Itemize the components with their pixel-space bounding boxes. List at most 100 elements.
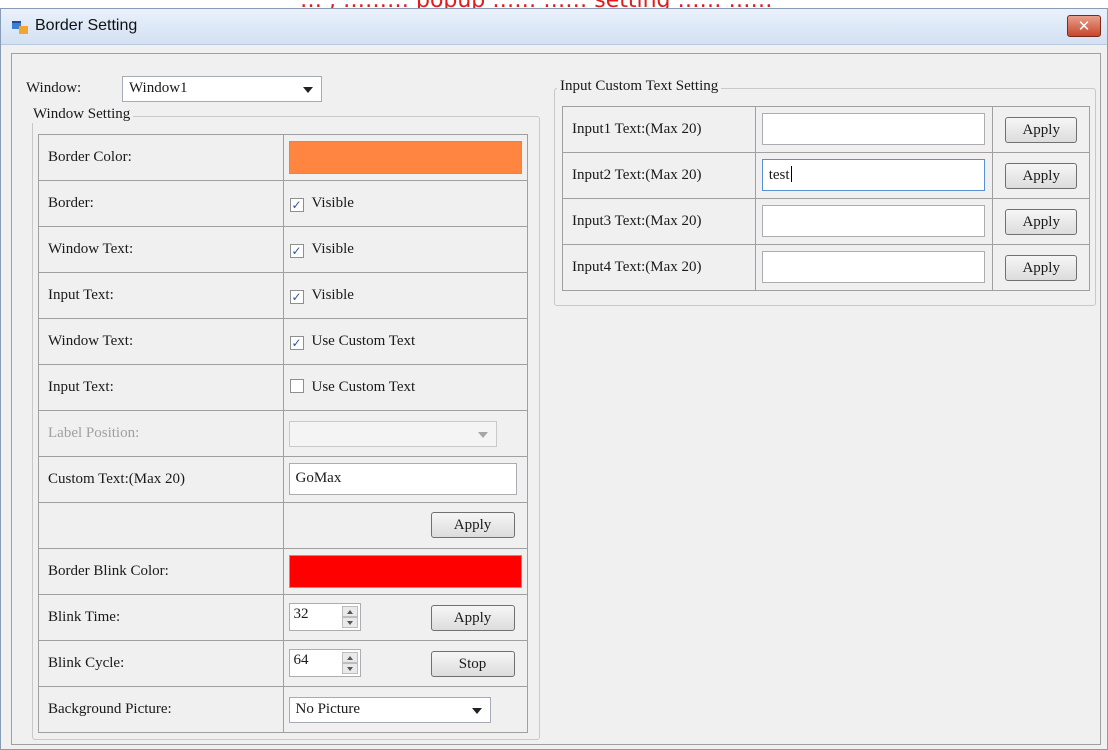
- background-picture-select[interactable]: No Picture: [288, 697, 491, 723]
- input-custom-group-title: Input Custom Text Setting: [557, 78, 722, 95]
- input-text-visible-text: Visible: [311, 287, 354, 303]
- table-row: Apply: [38, 502, 528, 549]
- input2-label: Input2 Text:(Max 20): [562, 152, 756, 199]
- close-icon: ✕: [1077, 17, 1091, 35]
- input3-text-field[interactable]: [761, 205, 985, 237]
- table-row: Window Text: ✓ Use Custom Text: [38, 318, 528, 365]
- input2-apply-cell: Apply: [992, 152, 1090, 199]
- blink-time-cell: 32 Apply: [282, 594, 528, 641]
- table-row: Background Picture: No Picture: [38, 686, 528, 733]
- table-row: Blink Time: 32 Apply: [38, 594, 528, 641]
- window-setting-table: Border Color: Border: ✓ Visible Window Te…: [38, 134, 528, 733]
- chevron-down-icon: [471, 708, 482, 714]
- text-caret: [790, 166, 792, 182]
- table-row: Border: ✓ Visible: [38, 180, 528, 227]
- input4-text-field[interactable]: [761, 251, 985, 283]
- input-custom-table: Input1 Text:(Max 20) Apply Input2 Text:(…: [562, 106, 1090, 291]
- table-row: Blink Cycle: 64 Stop: [38, 640, 528, 687]
- input3-cell: [754, 198, 994, 245]
- input3-label: Input3 Text:(Max 20): [562, 198, 756, 245]
- title-bar[interactable]: Border Setting ✕: [1, 9, 1107, 45]
- close-button[interactable]: ✕: [1067, 15, 1101, 37]
- table-row: Input4 Text:(Max 20) Apply: [562, 244, 1090, 291]
- table-row: Input2 Text:(Max 20) test Apply: [562, 152, 1090, 199]
- label-position-cell: [282, 410, 528, 457]
- table-row: Input Text: ✓ Visible: [38, 272, 528, 319]
- spin-up-icon[interactable]: [341, 606, 358, 617]
- input1-text-field[interactable]: [761, 113, 985, 145]
- chevron-down-icon: [303, 87, 313, 93]
- border-visible-cell: ✓ Visible: [282, 180, 528, 227]
- input3-apply-cell: Apply: [992, 198, 1090, 245]
- window-text-visible-label: Window Text:: [38, 226, 284, 273]
- input4-apply-cell: Apply: [992, 244, 1090, 291]
- custom-text-label: Custom Text:(Max 20): [38, 456, 284, 503]
- input4-label: Input4 Text:(Max 20): [562, 244, 756, 291]
- border-visible-text: Visible: [311, 195, 354, 211]
- border-setting-window: Border Setting ✕ Window: Window1 Window …: [0, 8, 1108, 750]
- custom-text-cell: GoMax: [282, 456, 528, 503]
- input3-apply-button[interactable]: Apply: [1005, 209, 1078, 235]
- custom-text-input[interactable]: GoMax: [288, 463, 517, 495]
- spin-down-icon[interactable]: [341, 617, 358, 628]
- input1-label: Input1 Text:(Max 20): [562, 106, 756, 153]
- input1-apply-cell: Apply: [992, 106, 1090, 153]
- blink-time-value: 32: [293, 606, 309, 622]
- window-app-icon: [12, 21, 28, 34]
- input-text-custom-cell: Use Custom Text: [282, 364, 528, 411]
- window-setting-group-title: Window Setting: [30, 106, 134, 123]
- input-text-visible-checkbox[interactable]: ✓: [289, 290, 304, 304]
- blink-color-cell: [282, 548, 528, 595]
- input-text-custom-label: Input Text:: [38, 364, 284, 411]
- input-text-visible-cell: ✓ Visible: [282, 272, 528, 319]
- input2-apply-button[interactable]: Apply: [1005, 163, 1078, 189]
- window-title: Border Setting: [35, 17, 138, 34]
- table-row: Input3 Text:(Max 20) Apply: [562, 198, 1090, 245]
- dialog-client-area: Window: Window1 Window Setting Border Co…: [11, 53, 1101, 745]
- background-picture-label: Background Picture:: [38, 686, 284, 733]
- input-text-custom-checkbox[interactable]: [289, 379, 304, 393]
- custom-text-apply-cell: Apply: [282, 502, 528, 549]
- border-color-label: Border Color:: [38, 134, 284, 181]
- table-row: Border Color:: [38, 134, 528, 181]
- blink-stop-button[interactable]: Stop: [430, 651, 515, 677]
- border-visible-checkbox[interactable]: ✓: [289, 198, 304, 212]
- input4-apply-button[interactable]: Apply: [1005, 255, 1078, 281]
- window-select[interactable]: Window1: [122, 76, 322, 102]
- window-text-visible-checkbox[interactable]: ✓: [289, 244, 304, 258]
- window-text-custom-text: Use Custom Text: [311, 333, 416, 349]
- blink-time-label: Blink Time:: [38, 594, 284, 641]
- label-position-label: Label Position:: [38, 410, 284, 457]
- border-color-swatch[interactable]: [288, 141, 522, 174]
- blink-time-apply-button[interactable]: Apply: [430, 605, 515, 631]
- input1-apply-button[interactable]: Apply: [1005, 117, 1078, 143]
- blink-cycle-stepper[interactable]: 64: [288, 649, 361, 677]
- input2-value-text: test: [768, 167, 790, 183]
- custom-text-apply-button[interactable]: Apply: [430, 512, 515, 538]
- table-row: Window Text: ✓ Visible: [38, 226, 528, 273]
- spin-down-icon[interactable]: [341, 663, 358, 674]
- blink-color-swatch[interactable]: [288, 555, 522, 588]
- background-picture-value: No Picture: [295, 701, 361, 717]
- table-row: Label Position:: [38, 410, 528, 457]
- input2-cell: test: [754, 152, 994, 199]
- background-picture-cell: No Picture: [282, 686, 528, 733]
- blink-time-stepper[interactable]: 32: [288, 603, 361, 631]
- window-text-custom-checkbox[interactable]: ✓: [289, 336, 304, 350]
- window-text-custom-cell: ✓ Use Custom Text: [282, 318, 528, 365]
- label-position-select[interactable]: [288, 421, 497, 447]
- table-row: Input Text: Use Custom Text: [38, 364, 528, 411]
- window-text-visible-text: Visible: [311, 241, 354, 257]
- blink-cycle-value: 64: [293, 652, 309, 668]
- window-select-label: Window:: [26, 80, 82, 96]
- custom-text-value: GoMax: [295, 470, 342, 486]
- input2-text-field[interactable]: test: [761, 159, 985, 191]
- blink-color-label: Border Blink Color:: [38, 548, 284, 595]
- window-select-value: Window1: [129, 80, 188, 96]
- input4-cell: [754, 244, 994, 291]
- input-text-visible-label: Input Text:: [38, 272, 284, 319]
- table-row: Input1 Text:(Max 20) Apply: [562, 106, 1090, 153]
- border-label: Border:: [38, 180, 284, 227]
- spin-up-icon[interactable]: [341, 652, 358, 663]
- empty-cell: [38, 502, 284, 549]
